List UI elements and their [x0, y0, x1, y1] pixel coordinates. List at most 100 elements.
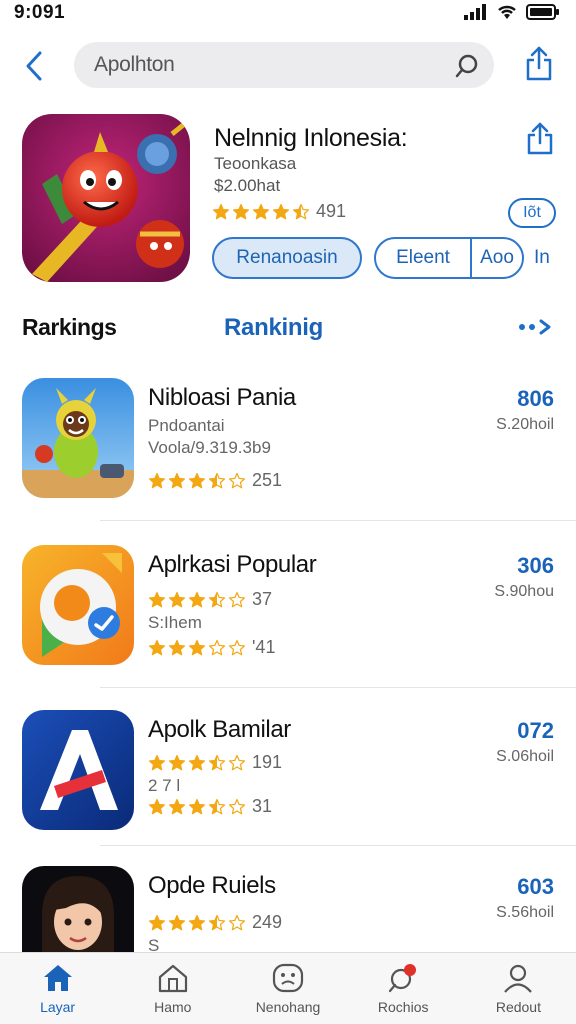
star-icon: [188, 472, 206, 488]
more-dots-icon[interactable]: [518, 318, 554, 336]
section-header: Rarkings Rankinig: [0, 312, 576, 348]
star-rating: [212, 203, 310, 221]
list-item[interactable]: Aplrkasi Popular 37 S:Ihem '41 306 S.90h…: [0, 545, 576, 705]
app-icon[interactable]: [22, 866, 134, 952]
app-price-line: $2.00hat: [214, 176, 281, 195]
item-title: Apolk Bamilar: [148, 716, 291, 743]
item-meta: S:Ihem: [148, 613, 202, 632]
star-icon: [168, 914, 186, 930]
list-item[interactable]: Opde Ruiels 249 S 603 S.56hoil: [0, 866, 576, 952]
item-rating-secondary: '41: [148, 637, 275, 658]
item-meta: S: [148, 936, 160, 952]
star-icon: [168, 639, 186, 655]
section-title: Rarkings: [22, 314, 117, 340]
home-icon: [43, 965, 72, 991]
star-icon: [168, 798, 186, 814]
item-price[interactable]: 072: [517, 718, 554, 744]
tab-rochios[interactable]: Rochios: [346, 953, 461, 1024]
star-icon: [148, 639, 166, 655]
search-input[interactable]: Apolhton: [74, 42, 494, 88]
item-sub-price: S.90hou: [494, 583, 554, 600]
status-bar: 9:091: [0, 0, 576, 28]
star-rating: [148, 591, 246, 609]
back-button[interactable]: [20, 50, 48, 82]
share-icon[interactable]: [526, 122, 554, 156]
rating-count: 31: [252, 796, 273, 816]
star-icon: [228, 591, 246, 607]
app-icon[interactable]: [22, 710, 134, 830]
item-price[interactable]: 603: [517, 874, 554, 900]
app-icon-art: [22, 378, 134, 498]
tab-label: Hamo: [154, 999, 192, 1015]
star-icon: [148, 472, 166, 488]
tab-hamo[interactable]: Hamo: [115, 953, 230, 1024]
app-icon-art: [22, 545, 134, 665]
star-rating: [148, 798, 246, 816]
star-icon: [188, 639, 206, 655]
segment-right[interactable]: Aoo: [472, 239, 522, 277]
rating-count: 251: [252, 470, 283, 490]
status-icons: [464, 4, 560, 20]
app-icon[interactable]: [22, 114, 190, 282]
list-item[interactable]: Nibloasi Pania Pndoantai Voola/9.319.3b9…: [0, 378, 576, 538]
app-header: Nelnnig Inlonesia: Teoonkasa $2.00hat 49…: [0, 112, 576, 292]
star-icon: [208, 798, 226, 814]
star-icon: [188, 914, 206, 930]
nav-row: Apolhton: [0, 40, 576, 90]
star-icon: [208, 591, 226, 607]
primary-action-button[interactable]: Renanoasin: [212, 237, 362, 279]
tab-layar[interactable]: Layar: [0, 953, 115, 1024]
item-title: Opde Ruiels: [148, 872, 276, 899]
item-rating: 251: [148, 470, 282, 491]
rating-count: 491: [316, 201, 347, 221]
star-icon: [228, 754, 246, 770]
item-rating: 191: [148, 752, 282, 773]
rating-count: 249: [252, 912, 283, 932]
app-icon[interactable]: [22, 378, 134, 498]
star-icon: [168, 472, 186, 488]
star-icon: [252, 203, 270, 219]
segmented-control: Eleent Aoo: [374, 237, 524, 279]
star-icon: [232, 203, 250, 219]
app-icon[interactable]: [22, 545, 134, 665]
get-button[interactable]: Iõt: [508, 198, 556, 228]
rating-count: 191: [252, 752, 283, 772]
tab-label: Redout: [495, 999, 541, 1015]
rating-count: 37: [252, 589, 273, 609]
star-rating: [148, 914, 246, 932]
tab-redout[interactable]: Redout: [461, 953, 576, 1024]
segment-left[interactable]: Eleent: [376, 239, 472, 277]
star-icon: [148, 798, 166, 814]
tab-label: Nenohang: [255, 999, 321, 1015]
tab-nenohang[interactable]: Nenohang: [230, 953, 345, 1024]
person-icon: [504, 964, 533, 993]
rating-count: '41: [252, 637, 276, 657]
star-icon: [272, 203, 290, 219]
star-icon: [208, 639, 226, 655]
app-icon-art: [22, 710, 134, 830]
star-icon: [188, 591, 206, 607]
section-tab-ranking[interactable]: Rankinig: [224, 314, 323, 342]
star-rating: [148, 472, 246, 490]
list-item[interactable]: Apolk Bamilar 191 2 7 l 31 072 S.06hoil: [0, 710, 576, 870]
star-icon: [292, 203, 310, 219]
item-meta: 2 7 l: [148, 776, 181, 795]
divider: [100, 520, 576, 521]
star-icon: [228, 798, 246, 814]
item-rating-secondary: 31: [148, 796, 272, 817]
item-sub-price: S.56hoil: [496, 904, 554, 921]
item-price[interactable]: 806: [517, 386, 554, 412]
item-price[interactable]: 306: [517, 553, 554, 579]
more-link[interactable]: In: [534, 247, 550, 269]
item-rating: 37: [148, 589, 272, 610]
share-icon[interactable]: [524, 46, 554, 82]
search-icon[interactable]: [454, 53, 480, 79]
star-icon: [188, 798, 206, 814]
search-badge-icon: [389, 964, 417, 993]
signal-icon: [464, 4, 486, 20]
app-rating: 491: [212, 201, 346, 222]
app-title: Nelnnig Inlonesia:: [214, 124, 408, 152]
star-icon: [148, 914, 166, 930]
star-icon: [148, 754, 166, 770]
star-icon: [228, 914, 246, 930]
